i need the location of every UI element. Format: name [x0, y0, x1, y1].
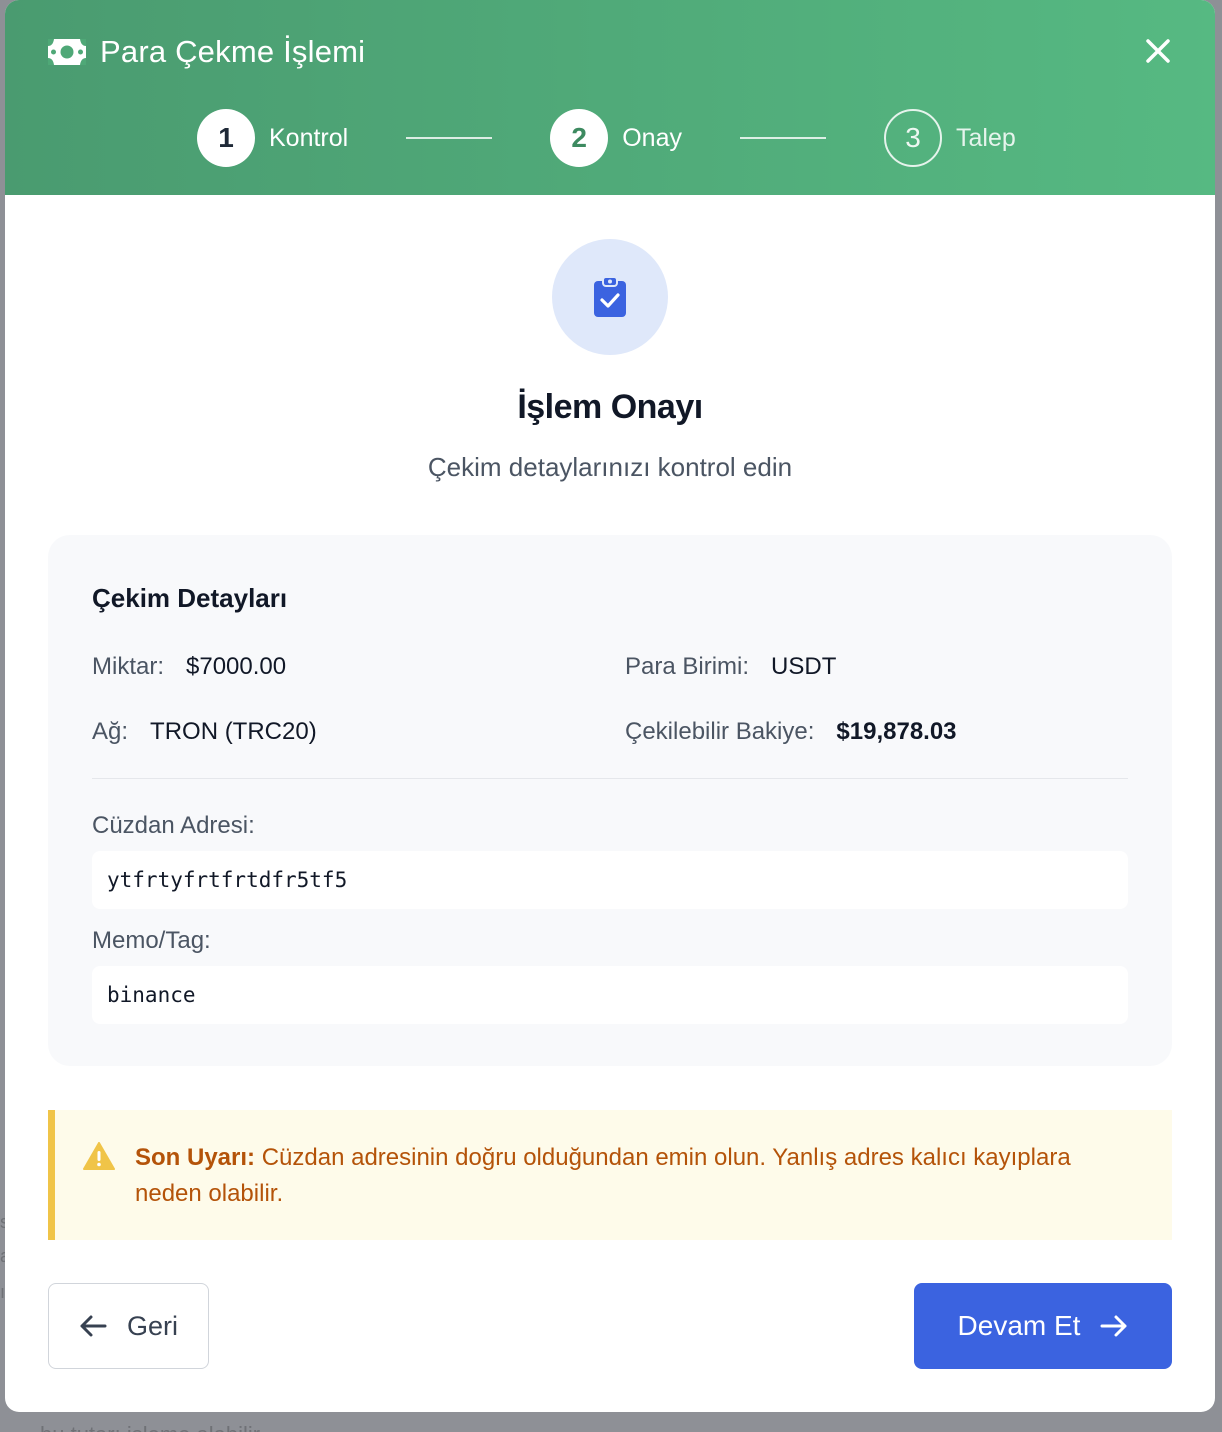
amount-row: Miktar: $7000.00	[92, 653, 286, 681]
close-icon	[1146, 39, 1170, 63]
wallet-address-label: Cüzdan Adresi:	[92, 812, 255, 839]
amount-label: Miktar:	[92, 653, 164, 680]
step-label: Talep	[955, 123, 1016, 152]
arrow-left-icon	[80, 1315, 107, 1337]
balance-label: Çekilebilir Bakiye:	[625, 718, 815, 745]
step-label: Kontrol	[269, 123, 349, 152]
continue-button[interactable]: Devam Et	[914, 1283, 1172, 1369]
backdrop-text: bu tutarı işleme alabilir...	[40, 1422, 277, 1432]
currency-label: Para Birimi:	[625, 653, 750, 680]
step-kontrol: 1 Kontrol	[197, 109, 348, 167]
step-label: Onay	[622, 123, 682, 152]
back-button[interactable]: Geri	[48, 1283, 209, 1369]
network-label: Ağ:	[92, 718, 129, 745]
hero-icon-circle	[552, 239, 668, 355]
step-number: 1	[197, 109, 255, 167]
balance-value: $19,878.03	[836, 718, 957, 745]
warning-text: Cüzdan adresinin doğru olduğundan emin o…	[135, 1144, 1071, 1207]
back-button-label: Geri	[126, 1310, 178, 1341]
clipboard-check-icon	[594, 276, 626, 317]
memo-tag-label: Memo/Tag:	[92, 927, 211, 954]
arrow-right-icon	[1100, 1315, 1127, 1337]
step-number: 3	[883, 109, 942, 167]
step-connector	[739, 137, 826, 139]
money-bill-icon	[48, 39, 86, 65]
continue-button-label: Devam Et	[957, 1310, 1081, 1341]
modal-header: Para Çekme İşlemi 1 Kontrol 2 Onay 3 Tal…	[5, 0, 1215, 195]
title-row: Para Çekme İşlemi	[48, 34, 365, 70]
stepper: 1 Kontrol 2 Onay 3 Talep	[197, 108, 1016, 168]
network-row: Ağ: TRON (TRC20)	[92, 718, 317, 746]
step-connector	[406, 137, 493, 139]
step-number: 2	[550, 109, 609, 167]
wallet-address-value: ytfrtyfrtfrtdfr5tf5	[92, 851, 1128, 909]
confirmation-title: İşlem Onayı	[517, 388, 703, 426]
confirmation-subtitle: Çekim detaylarınızı kontrol edin	[427, 452, 793, 482]
warning-title: Son Uyarı:	[135, 1144, 256, 1171]
modal-title: Para Çekme İşlemi	[100, 34, 366, 69]
details-title: Çekim Detayları	[92, 583, 288, 613]
warning-triangle-icon	[83, 1142, 115, 1170]
currency-value: USDT	[771, 653, 837, 680]
step-talep: 3 Talep	[883, 109, 1016, 167]
withdrawal-details-card: Çekim Detayları Miktar: $7000.00 Para Bi…	[48, 535, 1172, 1066]
network-value: TRON (TRC20)	[150, 718, 317, 745]
details-divider	[92, 778, 1128, 779]
step-onay: 2 Onay	[550, 109, 682, 167]
balance-row: Çekilebilir Bakiye: $19,878.03	[625, 718, 957, 746]
final-warning-banner: Son Uyarı: Cüzdan adresinin doğru olduğu…	[48, 1110, 1172, 1240]
memo-tag-value: binance	[92, 966, 1128, 1024]
amount-value: $7000.00	[186, 653, 287, 680]
currency-row: Para Birimi: USDT	[625, 653, 836, 681]
withdrawal-modal: Para Çekme İşlemi 1 Kontrol 2 Onay 3 Tal…	[5, 0, 1215, 1412]
close-button[interactable]	[1143, 36, 1173, 66]
